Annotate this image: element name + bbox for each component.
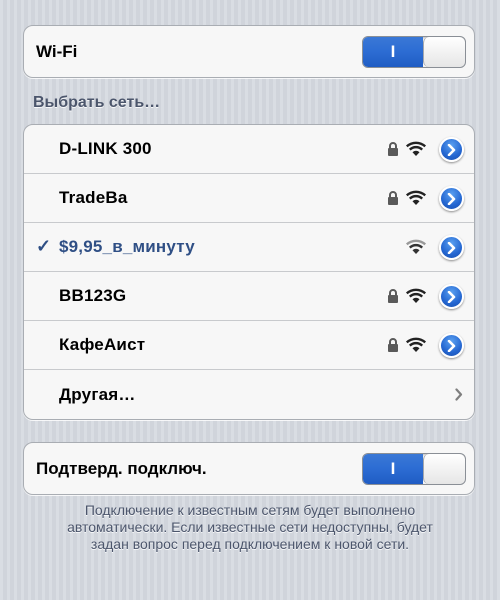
wifi-icon: [405, 337, 427, 352]
wifi-icon: [405, 239, 427, 254]
network-name: КафеАист: [59, 335, 146, 354]
network-row[interactable]: D-LINK 300: [24, 125, 474, 174]
network-row-selected[interactable]: ✓ $9,95_в_минуту: [24, 223, 474, 272]
wifi-icon: [405, 190, 427, 205]
ask-join-toggle-on: I: [363, 454, 423, 484]
ask-join-toggle[interactable]: I: [362, 453, 466, 485]
lock-icon: [388, 191, 398, 205]
other-network-row[interactable]: Другая…: [24, 370, 474, 419]
other-network-label: Другая…: [59, 384, 136, 404]
wifi-toggle[interactable]: I: [362, 36, 466, 68]
network-row[interactable]: BB123G: [24, 272, 474, 321]
ask-join-row: Подтверд. подключ. I: [24, 443, 474, 494]
wifi-toggle-knob: [423, 37, 465, 67]
wifi-row: Wi-Fi I: [24, 26, 474, 77]
detail-disclosure-icon[interactable]: [439, 186, 464, 211]
ask-join-label: Подтверд. подключ.: [36, 458, 207, 478]
chevron-right-icon: [455, 388, 463, 401]
detail-disclosure-icon[interactable]: [439, 333, 464, 358]
detail-disclosure-icon[interactable]: [439, 137, 464, 162]
network-name: $9,95_в_минуту: [59, 237, 195, 256]
networks-header: Выбрать сеть…: [33, 94, 161, 111]
wifi-toggle-on: I: [363, 37, 423, 67]
wifi-icon: [405, 288, 427, 303]
networks-group: D-LINK 300 TradeBa ✓ $9,95_в_минуту BB12…: [23, 124, 475, 420]
network-row[interactable]: КафеАист: [24, 321, 474, 370]
network-row[interactable]: TradeBa: [24, 174, 474, 223]
detail-disclosure-icon[interactable]: [439, 284, 464, 309]
network-name: TradeBa: [59, 188, 128, 207]
ask-join-group: Подтверд. подключ. I: [23, 442, 475, 495]
wifi-icon: [405, 141, 427, 156]
lock-icon: [388, 142, 398, 156]
detail-disclosure-icon[interactable]: [439, 235, 464, 260]
lock-icon: [388, 338, 398, 352]
ask-join-toggle-knob: [423, 454, 465, 484]
footer-description: Подключение к известным сетям будет выпо…: [67, 502, 433, 552]
checkmark-icon: ✓: [36, 236, 52, 256]
network-name: D-LINK 300: [59, 139, 152, 158]
wifi-group: Wi-Fi I: [23, 25, 475, 78]
wifi-label: Wi-Fi: [36, 41, 78, 61]
network-name: BB123G: [59, 286, 127, 305]
lock-icon: [388, 289, 398, 303]
